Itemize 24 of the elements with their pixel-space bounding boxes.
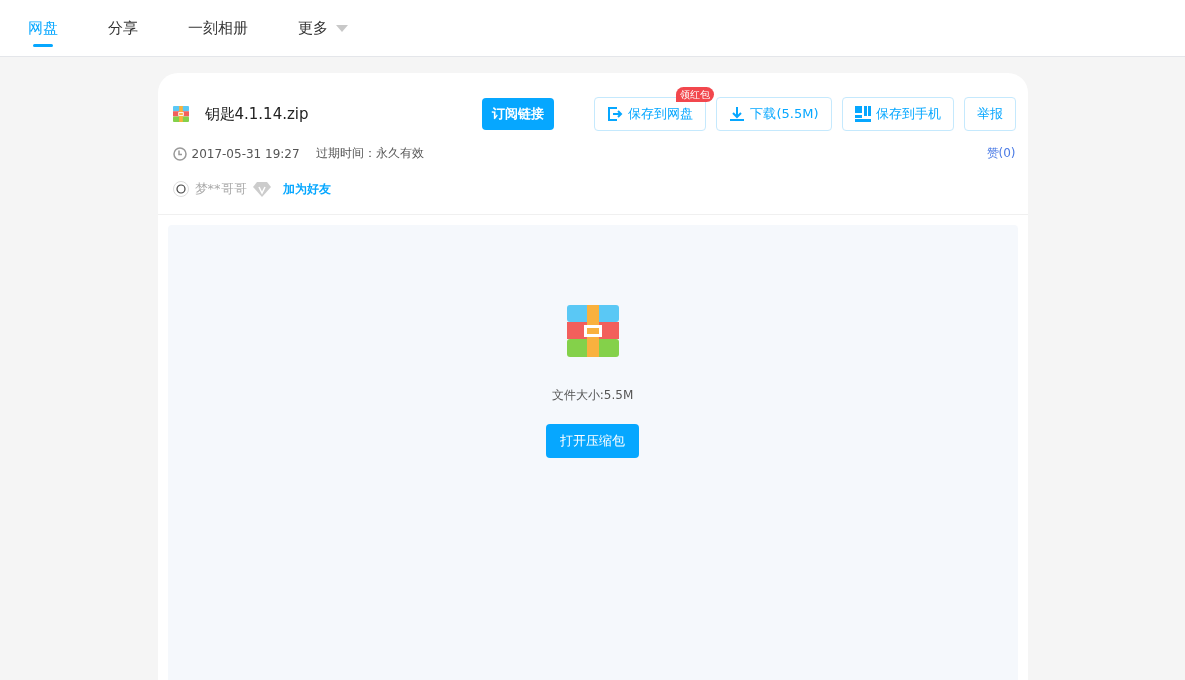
add-friend-link[interactable]: 加为好友 [282, 180, 331, 198]
zip-file-icon [172, 106, 189, 122]
nav-tab[interactable]: 网盘 [28, 0, 58, 56]
open-archive-button[interactable]: 打开压缩包 [546, 424, 639, 458]
like-link[interactable]: 赞(0) [986, 145, 1016, 162]
subscribe-button[interactable]: 订阅链接 [482, 98, 555, 130]
clock-icon [172, 146, 187, 161]
diamond-icon [252, 181, 271, 197]
avatar-icon [172, 181, 189, 197]
download-icon [729, 106, 746, 122]
file-name: 钥匙4.1.14.zip [204, 104, 309, 124]
expiry-text: 过期时间：永久有效 [315, 145, 424, 162]
promo-badge: 领红包 [676, 87, 715, 102]
nav-tab[interactable]: 更多 [298, 0, 348, 56]
file-size: 文件大小:5.5M [551, 387, 634, 404]
share-time: 2017-05-31 19:27 [191, 146, 300, 161]
nav-tab[interactable]: 分享 [108, 0, 138, 56]
export-icon [607, 106, 624, 122]
nav-tab[interactable]: 一刻相册 [188, 0, 248, 56]
report-button[interactable]: 举报 [963, 97, 1016, 131]
zip-archive-icon [566, 305, 619, 357]
phone-button[interactable]: 保存到手机 [841, 97, 954, 131]
download-button[interactable]: 下载(5.5M) [716, 97, 832, 131]
user-name: 梦**哥哥 [194, 180, 247, 198]
